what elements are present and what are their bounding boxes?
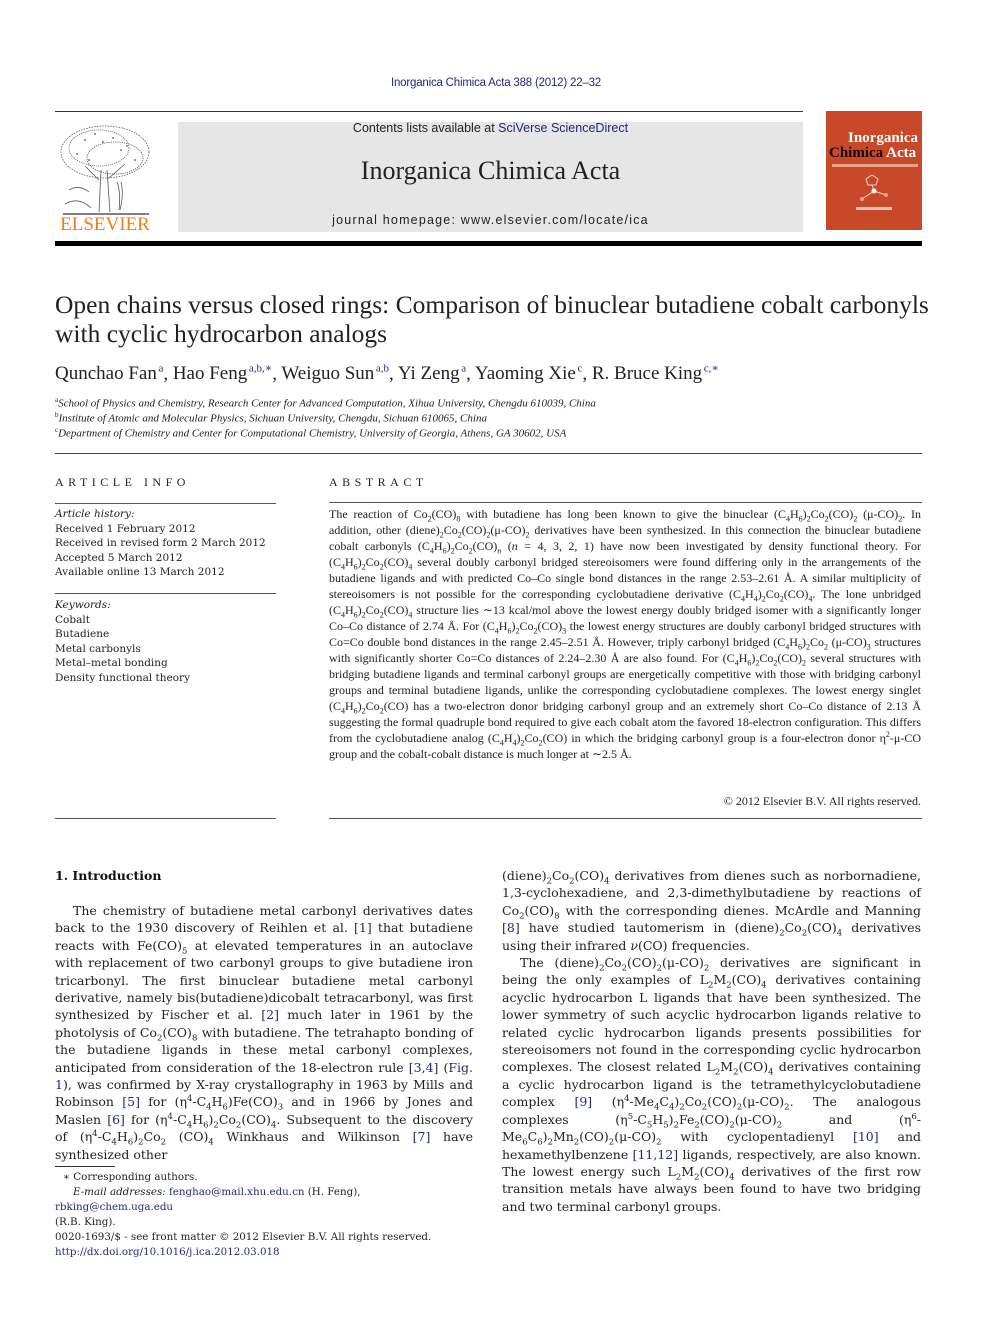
history-item: Available online 13 March 2012 — [55, 566, 225, 578]
author[interactable]: Hao Feng a,b,∗ — [173, 363, 272, 384]
keywords: Keywords: Cobalt Butadiene Metal carbony… — [55, 598, 190, 685]
section-heading-introduction: 1. Introduction — [55, 868, 162, 883]
citation-link[interactable]: [11,12] — [633, 1147, 679, 1162]
author[interactable]: Weiguo Sun a,b — [281, 363, 389, 384]
citation-link[interactable]: [6] — [107, 1112, 125, 1127]
abstract-text: The reaction of Co2(CO)8 with butadiene … — [329, 507, 922, 761]
paragraph: (diene)2Co2(CO)4 derivatives from dienes… — [502, 868, 921, 953]
citation-link[interactable]: [9] — [574, 1094, 592, 1109]
footnote-rule — [55, 1166, 115, 1167]
history-label: Article history: — [55, 508, 135, 520]
article-title: Open chains versus closed rings: Compari… — [55, 290, 929, 348]
email-link[interactable]: rbking@chem.uga.edu — [55, 1201, 173, 1213]
front-matter: 0020-1693/$ - see front matter © 2012 El… — [55, 1231, 432, 1243]
cover-title-light: Acta — [886, 145, 917, 161]
doi-link[interactable]: http://dx.doi.org/10.1016/j.ica.2012.03.… — [55, 1245, 475, 1260]
footnote-corresponding: ∗ Corresponding authors. — [63, 1171, 198, 1183]
article-history: Article history: Received 1 February 201… — [55, 507, 266, 580]
sciencedirect-link[interactable]: SciVerse ScienceDirect — [498, 121, 628, 135]
elsevier-wordmark: ELSEVIER — [60, 214, 150, 232]
journal-title: Inorganica Chimica Acta — [360, 156, 621, 185]
citation-link[interactable]: [10] — [853, 1129, 879, 1144]
affiliation: bInstitute of Atomic and Molecular Physi… — [55, 411, 487, 425]
citation-link[interactable]: [1] — [354, 920, 372, 935]
author-list: Qunchao Fan a, Hao Feng a,b,∗, Weiguo Su… — [55, 363, 719, 385]
citation-link[interactable]: [7] — [413, 1129, 431, 1144]
paragraph: The (diene)2Co2(CO)2(μ-CO)2 derivatives … — [502, 955, 921, 1214]
paragraph: The chemistry of butadiene metal carbony… — [55, 903, 474, 1162]
article-info-rule — [55, 818, 276, 819]
email-label: E-mail addresses: — [73, 1186, 166, 1198]
abstract-rule — [329, 818, 922, 819]
elsevier-logo[interactable]: ELSEVIER — [55, 120, 155, 235]
article-info-heading: ARTICLE INFO — [55, 475, 190, 489]
affiliation: cDepartment of Chemistry and Center for … — [55, 426, 567, 440]
abstract-heading: ABSTRACT — [329, 475, 428, 489]
citation-link[interactable]: [8] — [502, 920, 520, 935]
history-item: Accepted 5 March 2012 — [55, 551, 183, 564]
cover-title-dark: Chimica — [829, 145, 884, 161]
author[interactable]: Yi Zeng a — [398, 363, 466, 384]
cover-title-line1: Inorganica — [847, 130, 918, 146]
history-item: Received in revised form 2 March 2012 — [55, 537, 266, 549]
author[interactable]: Qunchao Fan a — [55, 363, 163, 384]
cover-subtitle — [832, 164, 918, 167]
email-link[interactable]: fenghao@mail.xhu.edu.cn — [169, 1186, 305, 1198]
running-head[interactable]: Inorganica Chimica Acta 388 (2012) 22–32 — [0, 77, 992, 89]
author[interactable]: Yaoming Xie c — [475, 363, 582, 384]
contents-prefix: Contents lists available at — [352, 121, 499, 135]
citation-link[interactable]: [3,4] — [409, 1060, 439, 1075]
keyword: Cobalt — [55, 613, 90, 626]
article-info-rule — [55, 503, 276, 504]
top-rule — [55, 111, 803, 112]
citation-link[interactable]: [5] — [122, 1094, 140, 1109]
abstract-copyright: © 2012 Elsevier B.V. All rights reserved… — [723, 794, 921, 808]
article-info-rule — [55, 593, 276, 594]
keywords-label: Keywords: — [55, 599, 111, 611]
citation-link[interactable]: [2] — [261, 1007, 279, 1022]
cover-title-line2: Chimica Acta — [829, 146, 916, 161]
keyword: Metal–metal bonding — [55, 657, 168, 669]
history-item: Received 1 February 2012 — [55, 522, 196, 535]
author[interactable]: R. Bruce King c,∗ — [592, 363, 719, 384]
body-column-right: (diene)2Co2(CO)4 derivatives from dienes… — [502, 867, 921, 1215]
journal-cover[interactable]: Inorganica Chimica Acta — [826, 111, 922, 230]
abstract-rule — [329, 502, 922, 503]
footnote-emails: E-mail addresses: fenghao@mail.xhu.edu.c… — [55, 1186, 361, 1228]
keyword: Butadiene — [55, 628, 110, 640]
masthead-thick-rule — [55, 241, 922, 246]
body-column-left: The chemistry of butadiene metal carbony… — [55, 902, 473, 1163]
cover-molecule-icon — [860, 174, 888, 201]
keyword: Density functional theory — [55, 671, 191, 684]
doi-link-text[interactable]: http://dx.doi.org/10.1016/j.ica.2012.03.… — [55, 1246, 280, 1258]
contents-line: Contents lists available at SciVerse Sci… — [178, 121, 803, 135]
keyword: Metal carbonyls — [55, 642, 141, 655]
affiliation: aSchool of Physics and Chemistry, Resear… — [55, 396, 596, 410]
cover-footer — [856, 207, 892, 210]
journal-homepage[interactable]: journal homepage: www.elsevier.com/locat… — [178, 213, 803, 227]
elsevier-tree-icon: ELSEVIER — [60, 125, 150, 235]
section-rule — [55, 453, 922, 454]
